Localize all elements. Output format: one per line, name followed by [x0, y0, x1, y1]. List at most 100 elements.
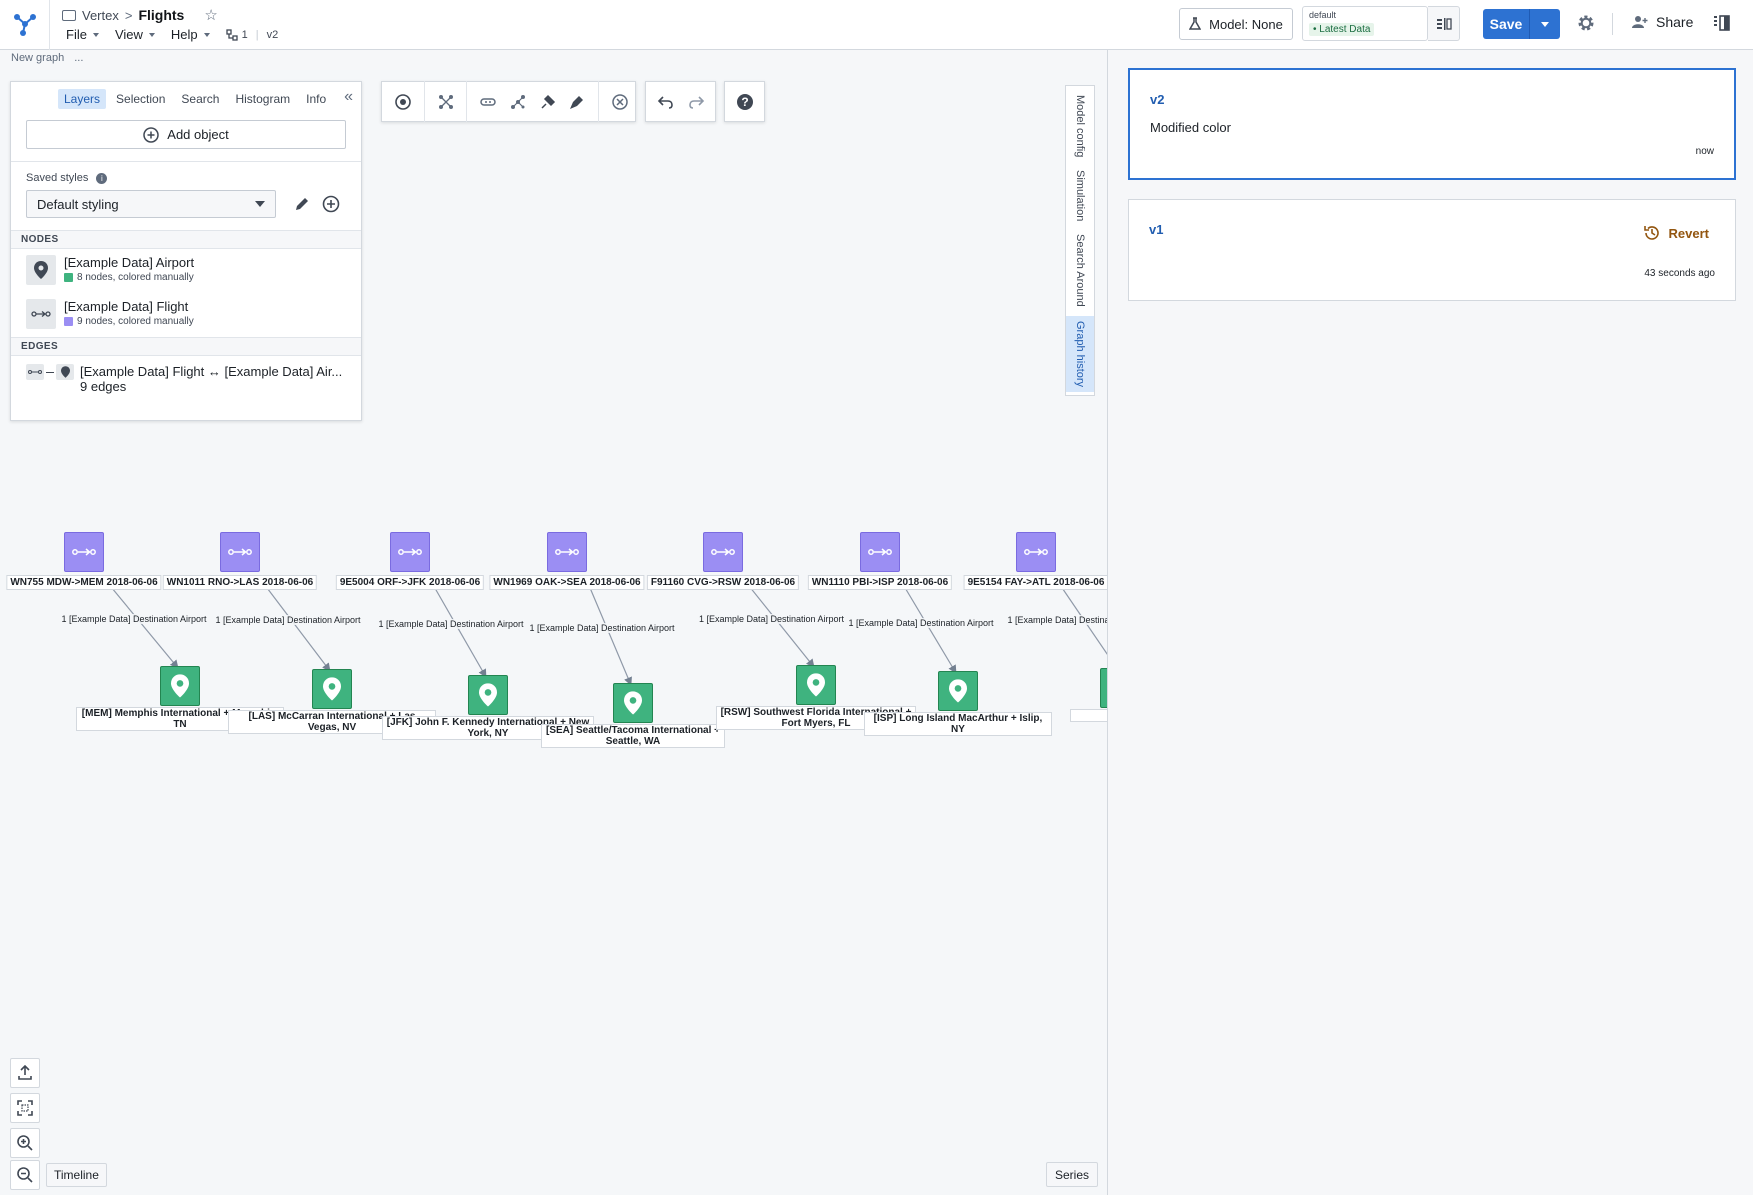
version-card-v2[interactable]: v2 Modified color now [1128, 68, 1736, 180]
flight-route-icon [711, 548, 735, 556]
edge-connector [46, 371, 54, 373]
add-circle-icon [143, 126, 160, 143]
revert-button[interactable]: Revert [1643, 224, 1709, 242]
tab-model-config[interactable]: Model config [1066, 94, 1094, 158]
menu-view-label: View [114, 27, 143, 42]
toolbar-divider [598, 81, 600, 122]
expand-icon[interactable] [503, 87, 533, 117]
airport-node[interactable] [468, 675, 508, 715]
save-label[interactable]: Save [1483, 9, 1530, 39]
caret-down-icon [255, 201, 265, 207]
airport-node[interactable] [1100, 668, 1107, 708]
tab-label: Search Around [1074, 233, 1086, 307]
layer-subtitle: 8 nodes, colored manually [77, 272, 194, 283]
map-pin-icon [807, 673, 825, 697]
save-button[interactable]: Save [1483, 9, 1560, 39]
timeline-button[interactable]: Timeline [46, 1163, 107, 1187]
star-icon[interactable]: ☆ [204, 6, 217, 24]
link-icon[interactable] [473, 87, 503, 117]
edge-title: [Example Data] Flight ↔ [Example Data] A… [80, 364, 343, 379]
tab-search-around[interactable]: Search Around [1066, 231, 1094, 309]
fit-to-screen-button[interactable] [10, 1093, 40, 1123]
side-panel-toggle-icon[interactable] [1713, 15, 1731, 34]
tab-histogram[interactable]: Histogram [229, 89, 296, 109]
tab-graph-history[interactable]: Graph history [1066, 316, 1094, 392]
flight-node[interactable] [860, 532, 900, 572]
saved-styles-heading: Saved styles i [26, 172, 346, 184]
edge-label: 1 [Example Data] Destination Airport [215, 615, 361, 625]
color-swatch[interactable] [64, 273, 73, 282]
pencil-icon[interactable] [294, 196, 310, 212]
undo-icon[interactable] [651, 87, 681, 117]
flight-node[interactable] [64, 532, 104, 572]
version-card-v1[interactable]: v1 Revert 43 seconds ago [1128, 199, 1736, 301]
airport-node[interactable] [312, 669, 352, 709]
add-style-icon[interactable] [322, 195, 340, 213]
flight-node[interactable] [547, 532, 587, 572]
tab-info[interactable]: Info [300, 89, 332, 109]
edge-subtitle: 9 edges [80, 379, 127, 394]
layer-subtitle-row: 8 nodes, colored manually [64, 272, 194, 283]
pin-icon[interactable] [533, 87, 563, 117]
flight-node[interactable] [390, 532, 430, 572]
branch-selector[interactable]: default • Latest Data [1302, 6, 1428, 41]
label-icon[interactable] [563, 87, 593, 117]
compare-branch-button[interactable] [1428, 6, 1460, 41]
flight-node-label: WN1969 OAK->SEA 2018-06-06 [489, 575, 645, 590]
info-icon[interactable]: i [96, 172, 108, 184]
airport-node[interactable] [796, 665, 836, 705]
redo-icon[interactable] [681, 87, 711, 117]
breadcrumb-parent[interactable]: Vertex [82, 8, 119, 23]
airport-node[interactable] [938, 671, 978, 711]
menu-view[interactable]: View [115, 27, 155, 42]
series-label: Series [1055, 1167, 1090, 1182]
side-tab-strip: Model config Simulation Search Around Gr… [1065, 85, 1095, 396]
airport-node-label: [SEA] Seattle/Tacoma International + Sea… [541, 724, 725, 748]
layer-row-airport[interactable]: [Example Data] Airport 8 nodes, colored … [11, 249, 361, 293]
layout-icon[interactable] [431, 87, 461, 117]
add-object-button[interactable]: Add object [26, 120, 346, 149]
divider [11, 161, 361, 162]
tab-layers[interactable]: Layers [58, 89, 107, 109]
tab-label: Simulation [1074, 170, 1086, 222]
flight-node-label: WN1110 PBI->ISP 2018-06-06 [807, 575, 953, 590]
export-button[interactable] [10, 1058, 40, 1088]
menu-help[interactable]: Help [171, 27, 210, 42]
menu-file[interactable]: File [66, 27, 99, 42]
gear-icon[interactable] [1576, 13, 1596, 36]
tab-search[interactable]: Search [175, 89, 225, 109]
app-logo-icon[interactable] [0, 0, 50, 50]
flight-node[interactable] [703, 532, 743, 572]
version-info[interactable]: 1 | v2 [226, 29, 278, 41]
color-swatch[interactable] [64, 317, 73, 326]
caret-down-icon [92, 32, 99, 37]
flight-node[interactable] [220, 532, 260, 572]
caret-down-icon [203, 32, 210, 37]
zoom-out-button[interactable] [10, 1160, 40, 1190]
page-title[interactable]: Flights [138, 7, 184, 23]
graph-name[interactable]: New graph [11, 52, 64, 64]
share-button[interactable]: Share [1632, 14, 1693, 30]
airport-node[interactable] [613, 683, 653, 723]
zoom-in-button[interactable] [10, 1128, 40, 1158]
tab-simulation[interactable]: Simulation [1066, 164, 1094, 228]
saved-style-select[interactable]: Default styling [26, 190, 276, 218]
collapse-panel-icon[interactable]: « [344, 88, 353, 106]
layer-row-edge[interactable]: [Example Data] Flight ↔ [Example Data] A… [11, 356, 361, 402]
airport-node-label: [ISP] Long Island MacArthur + Islip, NY [864, 712, 1052, 736]
layer-row-flight[interactable]: [Example Data] Flight 9 nodes, colored m… [11, 293, 361, 337]
version-timestamp: now [1695, 146, 1714, 157]
series-button[interactable]: Series [1046, 1162, 1099, 1187]
ellipsis[interactable]: ... [74, 52, 83, 64]
tab-selection[interactable]: Selection [110, 89, 171, 109]
flight-node[interactable] [1016, 532, 1056, 572]
remove-icon[interactable] [605, 87, 635, 117]
help-icon[interactable]: ? [730, 87, 760, 117]
airport-node[interactable] [160, 666, 200, 706]
menu-bar: File View Help 1 | v2 [66, 27, 278, 42]
map-pin-icon [56, 364, 74, 380]
model-button[interactable]: Model: None [1179, 8, 1293, 40]
select-icon[interactable] [388, 87, 418, 117]
save-options-dropdown[interactable] [1530, 9, 1560, 39]
edge-label: 1 [Example Data] Destination Airport [378, 619, 524, 629]
